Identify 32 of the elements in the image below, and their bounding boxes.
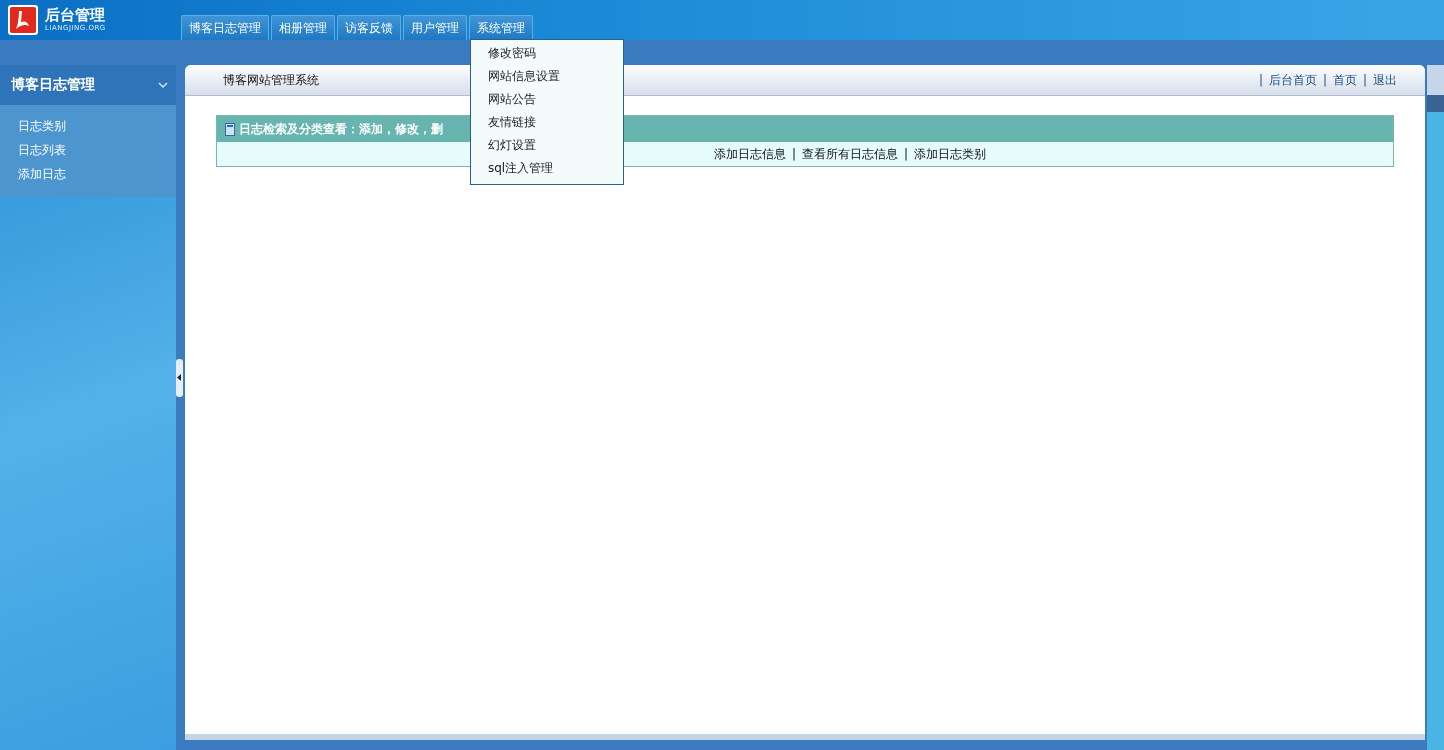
top-link[interactable]: 后台首页	[1268, 71, 1317, 89]
separator: |	[903, 147, 908, 161]
chevron-down-icon	[157, 81, 168, 89]
nav-tab[interactable]: 相册管理	[271, 15, 335, 40]
sidebar-header[interactable]: 博客日志管理	[0, 65, 176, 105]
nav-tab[interactable]: 博客日志管理	[181, 15, 269, 40]
logo-icon	[7, 4, 39, 36]
menu-item[interactable]: 修改密码	[471, 42, 623, 65]
document-icon	[224, 122, 235, 136]
scrollbar[interactable]	[1427, 65, 1444, 750]
separator: |	[791, 147, 796, 161]
menu-item[interactable]: sql注入管理	[471, 157, 623, 180]
action-link[interactable]: 查看所有日志信息	[801, 145, 898, 163]
menu-item[interactable]: 友情链接	[471, 111, 623, 134]
nav-tab[interactable]: 访客反馈	[337, 15, 401, 40]
separator: |	[1258, 73, 1263, 87]
nav-tab[interactable]: 用户管理	[403, 15, 467, 40]
menu-item[interactable]: 网站信息设置	[471, 65, 623, 88]
nav-tab[interactable]: 系统管理	[469, 15, 533, 40]
top-link[interactable]: 退出	[1373, 71, 1397, 89]
menu-item[interactable]: 网站公告	[471, 88, 623, 111]
action-link[interactable]: 添加日志信息	[713, 145, 786, 163]
separator: |	[1362, 73, 1367, 87]
action-link[interactable]: 添加日志类别	[914, 145, 986, 163]
separator: |	[1322, 73, 1327, 87]
sidebar-title: 博客日志管理	[11, 76, 95, 94]
content-title: 博客网站管理系统	[222, 71, 319, 89]
top-link[interactable]: 首页	[1332, 71, 1357, 89]
panel-title: 日志检索及分类查看：添加，修改，删	[238, 120, 443, 138]
menu-item[interactable]: 幻灯设置	[471, 134, 623, 157]
logo-title: 后台管理	[45, 7, 106, 24]
collapse-handle[interactable]	[175, 358, 183, 397]
